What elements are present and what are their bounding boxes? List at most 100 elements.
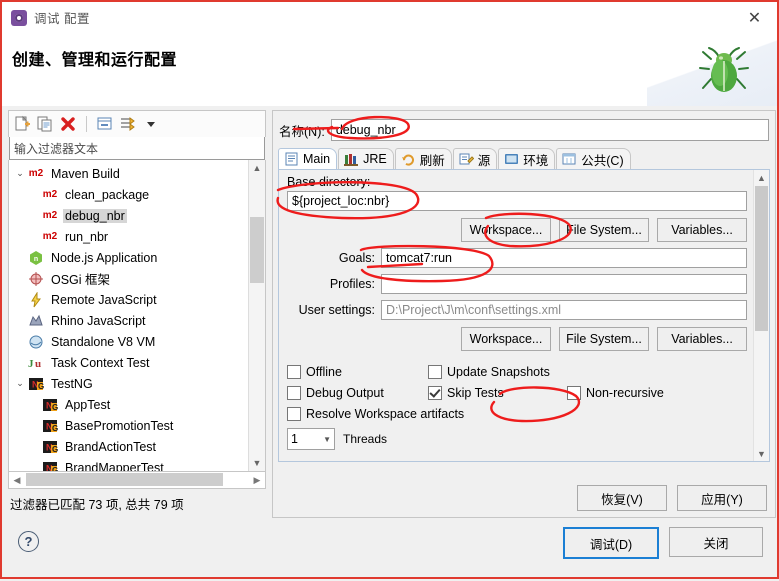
tab-c[interactable]: 公共(C) <box>556 148 631 169</box>
chevron-down-icon[interactable]: ⌄ <box>13 168 27 179</box>
filter-placeholder: 输入过滤器文本 <box>14 141 99 156</box>
tab-[interactable]: 刷新 <box>394 148 452 169</box>
collapse-all-icon[interactable] <box>96 115 114 133</box>
scroll-down-icon[interactable]: ▼ <box>249 455 265 471</box>
profiles-input[interactable] <box>381 274 747 294</box>
tree-item-run-nbr[interactable]: m2 run_nbr <box>9 226 265 247</box>
tree-item-label: Node.js Application <box>51 250 158 265</box>
tab-strip: Main JRE 刷新 源 环境 公共(C) <box>278 148 770 170</box>
workspace-button-settings[interactable]: Workspace... <box>461 327 551 351</box>
resolve-workspace-artifacts-checkbox[interactable] <box>287 406 301 421</box>
tree-item-node-js-application[interactable]: n Node.js Application <box>9 247 265 268</box>
toolbar-separator <box>86 116 87 132</box>
user-settings-label: User settings: <box>298 303 375 317</box>
tree-item-osgi[interactable]: OSGi 框架 <box>9 268 265 289</box>
goals-input[interactable]: tomcat7:run <box>381 248 747 268</box>
debug-button[interactable]: 调试(D) <box>563 527 659 559</box>
page-title: 创建、管理和运行配置 <box>12 52 178 69</box>
configurations-tree[interactable]: ⌄ m2 Maven Build m2 clean_package m2 debug_nbr… <box>8 160 266 472</box>
non-recursive-label: Non-recursive <box>586 385 664 400</box>
tree-item-standalone-v8-vm[interactable]: Standalone V8 VM <box>9 331 265 352</box>
scroll-right-icon[interactable]: ▶ <box>249 475 265 486</box>
revert-button[interactable]: 恢复(V) <box>577 485 667 511</box>
chevron-down-icon[interactable]: ▼ <box>323 435 331 444</box>
apply-button[interactable]: 应用(Y) <box>677 485 767 511</box>
close-button[interactable]: 关闭 <box>669 527 763 557</box>
tab-[interactable]: 源 <box>452 148 498 169</box>
base-directory-input[interactable]: ${project_loc:nbr} <box>287 191 747 211</box>
svg-text:n: n <box>34 256 38 263</box>
junit-icon: Ju <box>27 355 45 371</box>
tree-item-remote-javascript[interactable]: Remote JavaScript <box>9 289 265 310</box>
tree-item-label: Task Context Test <box>51 355 150 370</box>
footer-buttons: 调试(D) 关闭 <box>563 527 763 559</box>
goals-row: Goals: tomcat7:run <box>287 248 747 268</box>
file-system-button-settings[interactable]: File System... <box>559 327 649 351</box>
debug-output-checkbox[interactable] <box>287 385 301 400</box>
help-icon[interactable]: ? <box>18 531 39 552</box>
user-settings-input[interactable]: D:\Project\J\m\conf\settings.xml <box>381 300 747 320</box>
tree-item-testng[interactable]: ⌄ N G TestNG <box>9 373 265 394</box>
tree-item-label: AppTest <box>65 397 111 412</box>
tree-item-label: Remote JavaScript <box>51 292 157 307</box>
non-recursive-checkbox[interactable] <box>567 385 581 400</box>
chevron-down-icon[interactable]: ⌄ <box>13 378 27 389</box>
tree-item-apptest[interactable]: N G AppTest <box>9 394 265 415</box>
variables-button-dir[interactable]: Variables... <box>657 218 747 242</box>
tree-item-label: Rhino JavaScript <box>51 313 146 328</box>
tree-item-basepromotiontest[interactable]: N G BasePromotionTest <box>9 415 265 436</box>
m2-icon: m2 <box>42 230 58 242</box>
tab-label: JRE <box>363 152 387 166</box>
panel-scroll-thumb[interactable] <box>755 186 768 331</box>
toolbar-menu-chevron-icon[interactable] <box>142 115 160 133</box>
tree-item-task-context-test[interactable]: Ju Task Context Test <box>9 352 265 373</box>
base-directory-value: ${project_loc:nbr} <box>292 194 390 208</box>
tree-item-label: BrandActionTest <box>65 439 157 454</box>
tree-item-maven-build[interactable]: ⌄ m2 Maven Build <box>9 163 265 184</box>
new-configuration-icon[interactable] <box>13 115 31 133</box>
checkbox-row-3: Resolve Workspace artifacts <box>287 403 747 424</box>
nodejs-icon: n <box>27 250 45 266</box>
filter-input[interactable]: 输入过滤器文本 <box>9 137 265 160</box>
tree-item-debug-nbr[interactable]: m2 debug_nbr <box>9 205 265 226</box>
close-icon[interactable]: ✕ <box>732 2 777 33</box>
offline-checkbox[interactable] <box>287 364 301 379</box>
tree-item-brandmappertest[interactable]: N G BrandMapperTest <box>9 457 265 471</box>
tab-[interactable]: 环境 <box>498 148 556 169</box>
tree-item-label: Standalone V8 VM <box>51 334 156 349</box>
testng-icon: NG <box>41 460 59 471</box>
panel-scroll-down-icon[interactable]: ▼ <box>754 446 769 461</box>
tree-horizontal-scrollbar[interactable]: ◀ ▶ <box>8 472 266 489</box>
threads-spinner[interactable]: 1 ▼ <box>287 428 335 450</box>
scroll-left-icon[interactable]: ◀ <box>9 475 25 486</box>
tree-item-clean-package[interactable]: m2 clean_package <box>9 184 265 205</box>
tab-label: 源 <box>477 153 491 168</box>
skip-tests-checkbox[interactable] <box>428 385 442 400</box>
duplicate-configuration-icon[interactable] <box>36 115 54 133</box>
tree-item-label: clean_package <box>65 187 150 202</box>
tab-main[interactable]: Main <box>278 148 338 169</box>
tree-item-label: BasePromotionTest <box>65 418 174 433</box>
name-input[interactable]: debug_nbr <box>330 119 769 141</box>
panel-scroll-up-icon[interactable]: ▲ <box>754 170 769 185</box>
tree-item-brandactiontest[interactable]: N G BrandActionTest <box>9 436 265 457</box>
filter-icon[interactable] <box>119 115 137 133</box>
profiles-label: Profiles: <box>329 277 375 291</box>
scroll-thumb[interactable] <box>250 217 264 283</box>
update-snapshots-checkbox[interactable] <box>428 364 442 379</box>
hscroll-thumb[interactable] <box>26 473 223 486</box>
tree-item-rhino-javascript[interactable]: Rhino JavaScript <box>9 310 265 331</box>
variables-button-settings[interactable]: Variables... <box>657 327 747 351</box>
tree-vertical-scrollbar[interactable]: ▲ ▼ <box>248 160 265 471</box>
svg-text:G: G <box>52 403 58 412</box>
base-directory-label: Base directory: <box>287 175 371 189</box>
delete-configuration-icon[interactable] <box>59 115 77 133</box>
tab-jre[interactable]: JRE <box>338 148 394 169</box>
profiles-row: Profiles: <box>287 274 747 294</box>
threads-row: 1 ▼ Threads <box>287 428 747 450</box>
scroll-up-icon[interactable]: ▲ <box>249 160 265 176</box>
workspace-button-dir[interactable]: Workspace... <box>461 218 551 242</box>
panel-vertical-scrollbar[interactable]: ▲ ▼ <box>753 170 769 461</box>
osgi-icon <box>27 271 45 287</box>
file-system-button-dir[interactable]: File System... <box>559 218 649 242</box>
